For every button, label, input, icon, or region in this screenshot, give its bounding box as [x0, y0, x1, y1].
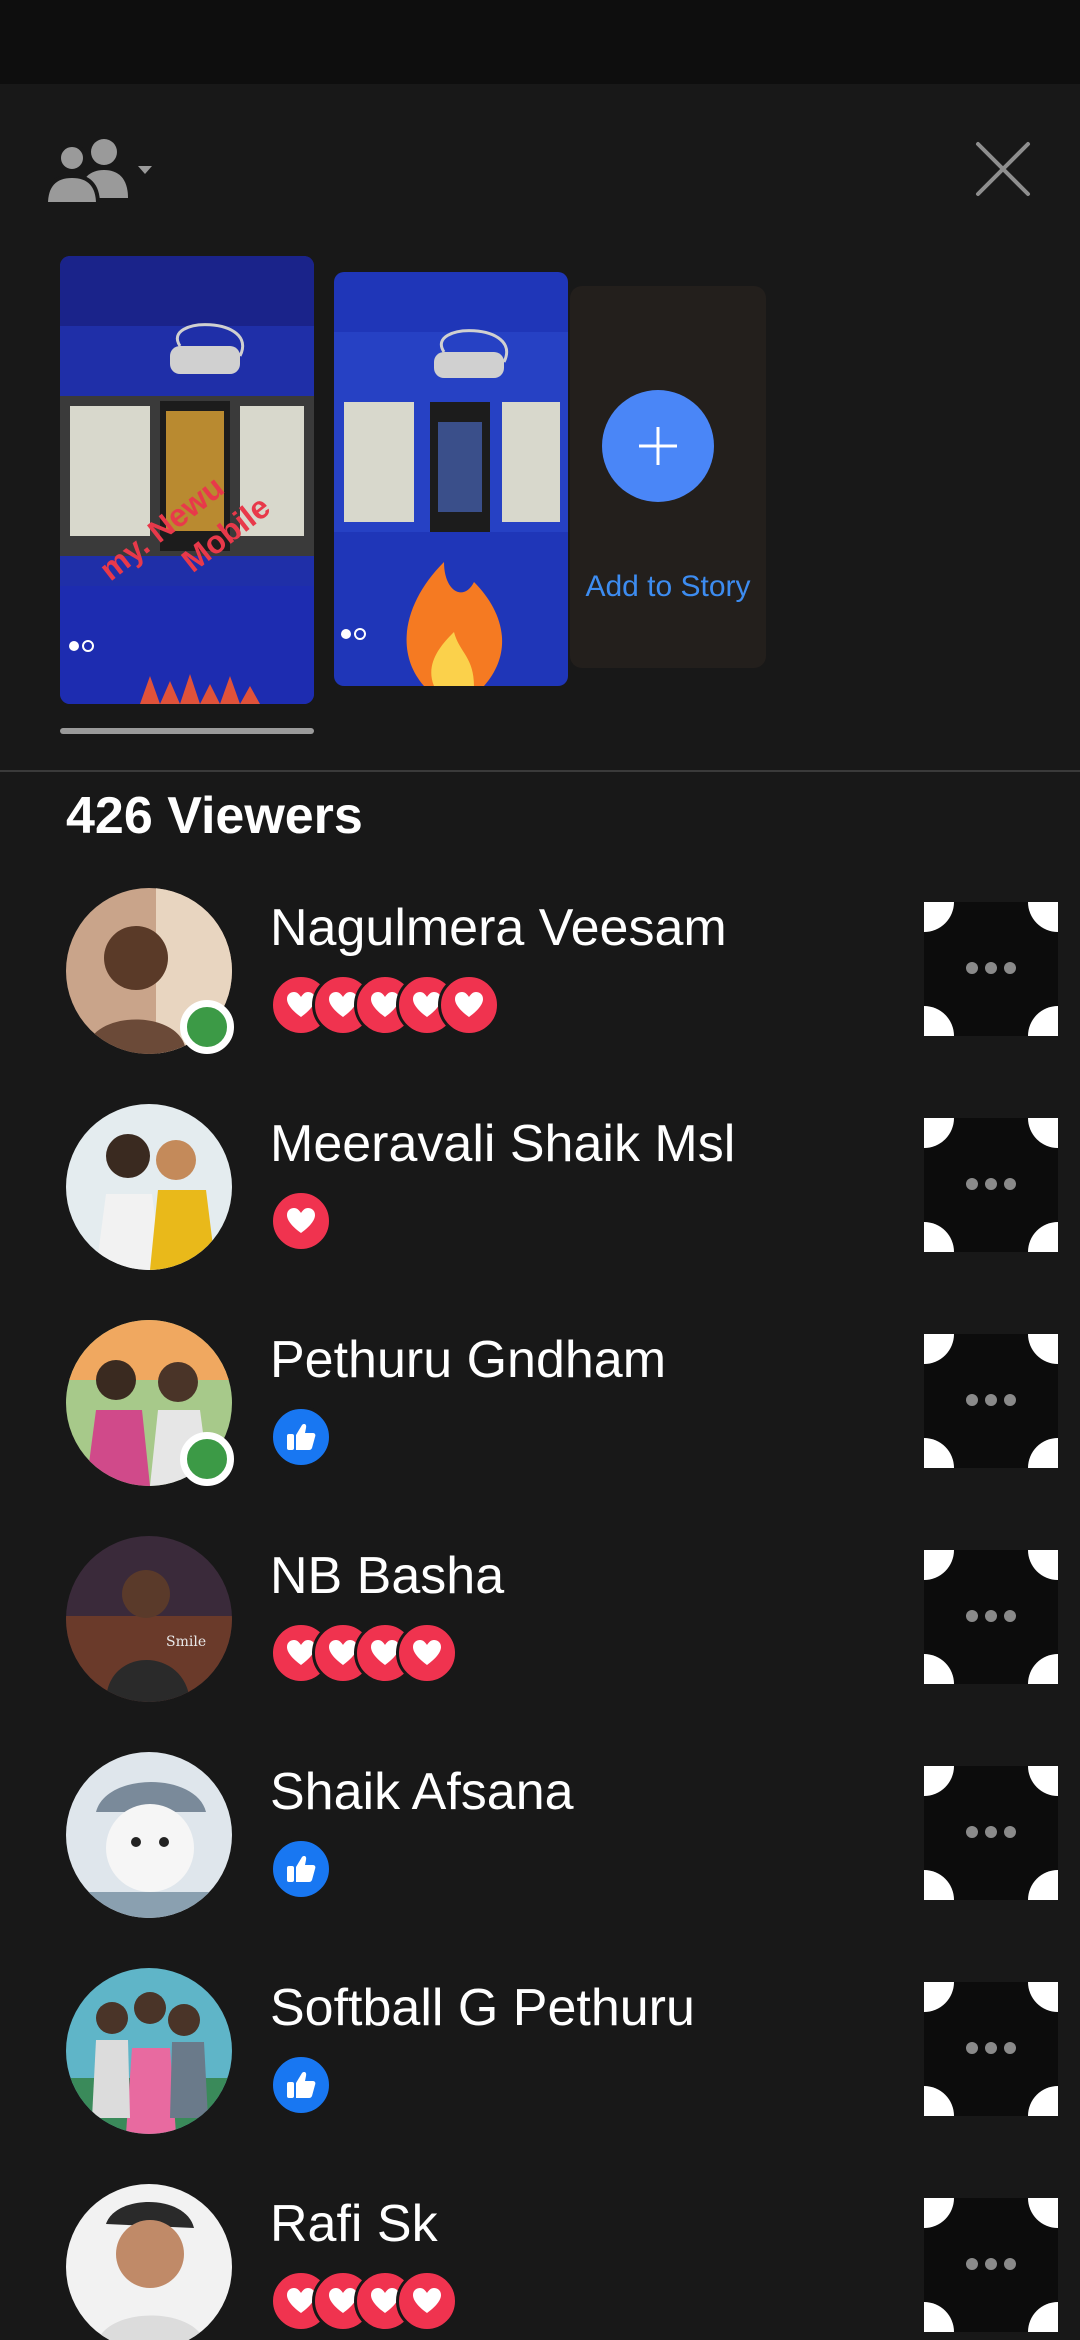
viewer-name[interactable]: Shaik Afsana [270, 1762, 574, 1822]
add-to-story-label: Add to Story [585, 570, 751, 603]
more-options-button[interactable] [924, 1550, 1058, 1684]
divider [0, 770, 1080, 772]
reactions [270, 2054, 332, 2120]
more-options-button[interactable] [924, 902, 1058, 1036]
thumbs-up-reaction-icon [270, 2054, 332, 2116]
story-thumbnail-2[interactable] [334, 272, 568, 686]
thumbs-up-reaction-icon [270, 1406, 332, 1468]
viewer-row[interactable]: Pethuru Gndham [0, 1294, 1080, 1510]
more-dots-icon [966, 1394, 1016, 1406]
viewer-row[interactable]: Meeravali Shaik Msl [0, 1078, 1080, 1294]
more-dots-icon [966, 962, 1016, 974]
avatar[interactable] [66, 2184, 232, 2340]
avatar[interactable] [66, 1104, 232, 1270]
thumbs-up-reaction-icon [270, 1838, 332, 1900]
viewer-name[interactable]: Nagulmera Veesam [270, 898, 727, 958]
heart-reaction-icon [270, 1190, 332, 1252]
heart-reaction-icon [396, 2270, 458, 2332]
reactions [270, 974, 500, 1040]
reactions [270, 1622, 458, 1688]
story-thumbnail-1[interactable]: my. Newu Mobile [60, 256, 314, 704]
more-options-button[interactable] [924, 1766, 1058, 1900]
viewer-row[interactable]: Softball G Pethuru [0, 1942, 1080, 2158]
reactions [270, 1838, 332, 1904]
more-options-button[interactable] [924, 1982, 1058, 2116]
viewer-row[interactable]: Smile NB Basha [0, 1510, 1080, 1726]
more-options-button[interactable] [924, 1334, 1058, 1468]
more-dots-icon [966, 1826, 1016, 1838]
more-dots-icon [966, 2042, 1016, 2054]
more-dots-icon [966, 2258, 1016, 2270]
avatar[interactable] [66, 1752, 232, 1918]
viewer-name[interactable]: Pethuru Gndham [270, 1330, 666, 1390]
online-status-indicator [180, 1432, 234, 1486]
viewer-row[interactable]: Rafi Sk [0, 2158, 1080, 2340]
add-story-button[interactable] [602, 390, 714, 502]
viewers-count: 426 Viewers [66, 787, 363, 845]
reactions [270, 1190, 332, 1256]
plus-icon [639, 427, 677, 465]
more-dots-icon [966, 1178, 1016, 1190]
avatar[interactable]: Smile [66, 1536, 232, 1702]
heart-reaction-icon [438, 974, 500, 1036]
story-tray: my. Newu Mobile Add to Story [0, 250, 1080, 740]
heart-reaction-icon [396, 1622, 458, 1684]
online-status-indicator [180, 1000, 234, 1054]
audience-selector-button[interactable] [32, 132, 156, 212]
close-icon [976, 142, 1030, 196]
viewer-list: Nagulmera Veesam Meeravali Shaik Msl Pet… [0, 862, 1080, 2340]
viewer-name[interactable]: Meeravali Shaik Msl [270, 1114, 735, 1174]
avatar[interactable] [66, 1968, 232, 2134]
reactions [270, 2270, 458, 2336]
close-button[interactable] [968, 134, 1038, 204]
top-bar [0, 84, 1080, 244]
more-options-button[interactable] [924, 2198, 1058, 2332]
viewer-name[interactable]: Rafi Sk [270, 2194, 438, 2254]
viewer-row[interactable]: Shaik Afsana [0, 1726, 1080, 1942]
status-bar [0, 0, 1080, 84]
viewer-name[interactable]: Softball G Pethuru [270, 1978, 695, 2038]
story-progress-bar [60, 728, 314, 734]
chevron-down-icon [138, 166, 152, 174]
people-icon [43, 139, 152, 206]
more-options-button[interactable] [924, 1118, 1058, 1252]
viewer-row[interactable]: Nagulmera Veesam [0, 862, 1080, 1078]
viewer-name[interactable]: NB Basha [270, 1546, 504, 1606]
reactions [270, 1406, 332, 1472]
add-to-story-card[interactable]: Add to Story [570, 286, 766, 668]
svg-text:Smile: Smile [166, 1634, 206, 1650]
story-image [334, 272, 568, 686]
more-dots-icon [966, 1610, 1016, 1622]
